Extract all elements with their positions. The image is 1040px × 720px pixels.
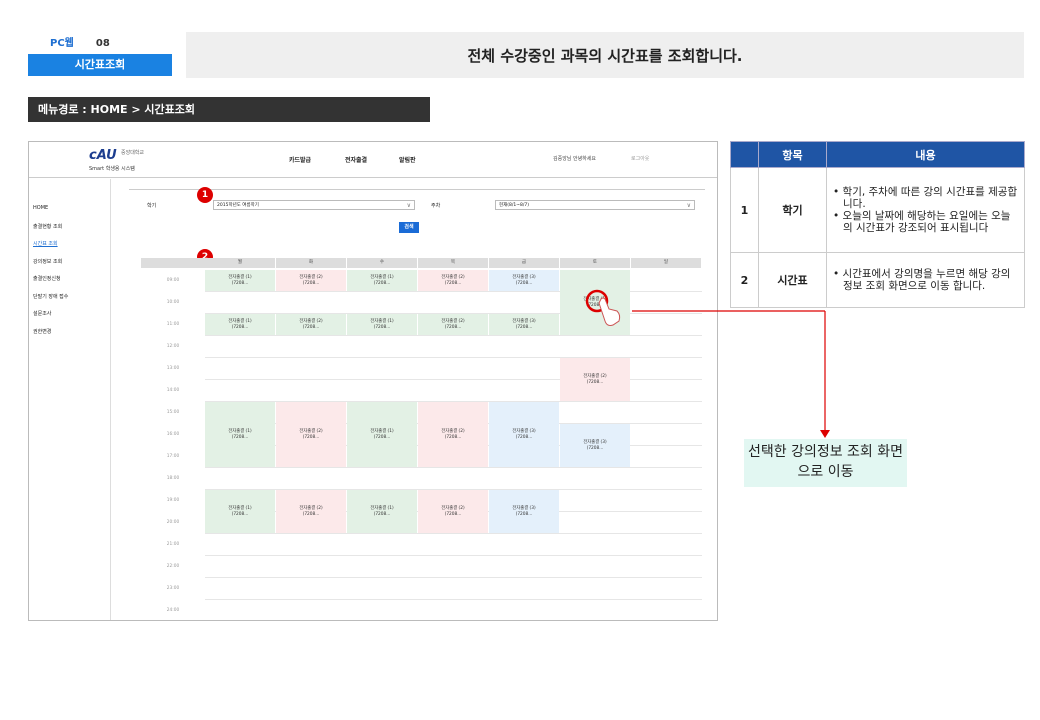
description-bullet: • 학기, 주차에 따른 강의 시간표를 제공합니다. (833, 186, 1018, 210)
col-no-header (730, 141, 759, 168)
row-item: 학기 (758, 167, 827, 253)
info-table: 항목 내용 1 학기 • 학기, 주차에 따른 강의 시간표를 제공합니다. •… (730, 141, 1025, 308)
col-desc-header: 내용 (826, 141, 1025, 168)
row-description: • 시간표에서 강의명을 누르면 해당 강의정보 조회 화면으로 이동 합니다. (826, 252, 1025, 308)
row-item: 시간표 (758, 252, 827, 308)
col-item-header: 항목 (758, 141, 827, 168)
row-number: 2 (730, 252, 759, 308)
description-bullet: • 오늘의 날짜에 해당하는 요일에는 오늘의 시간표가 강조되어 표시됩니다 (833, 210, 1011, 234)
table-row: 2 시간표 • 시간표에서 강의명을 누르면 해당 강의정보 조회 화면으로 이… (730, 252, 1025, 308)
table-row: 1 학기 • 학기, 주차에 따른 강의 시간표를 제공합니다. • 오늘의 날… (730, 167, 1025, 253)
row-description: • 학기, 주차에 따른 강의 시간표를 제공합니다. • 오늘의 날짜에 해당… (826, 167, 1025, 253)
row-number: 1 (730, 167, 759, 253)
callout-box: 선택한 강의정보 조회 화면으로 이동 (744, 439, 907, 487)
connector-arrow-icon (632, 310, 830, 438)
description-bullet: • 시간표에서 강의명을 누르면 해당 강의정보 조회 화면으로 이동 합니다. (833, 268, 1011, 292)
